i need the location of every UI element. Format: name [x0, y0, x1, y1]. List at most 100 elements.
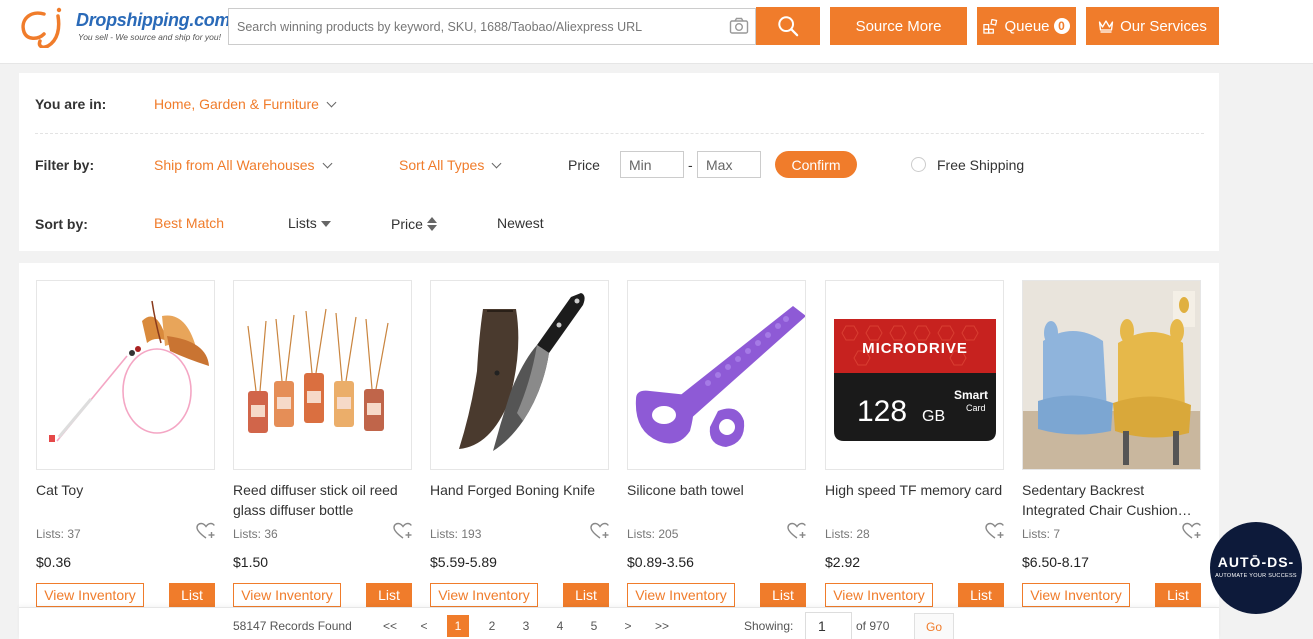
chair-cushion-image — [1023, 281, 1200, 469]
view-inventory-button[interactable]: View Inventory — [233, 583, 341, 607]
site-logo[interactable]: Dropshipping.com You sell - We source an… — [18, 6, 231, 48]
view-inventory-button[interactable]: View Inventory — [36, 583, 144, 607]
product-name[interactable]: Cat Toy — [36, 480, 216, 520]
type-value: Sort All Types — [399, 157, 485, 173]
page-1-button[interactable]: 1 — [447, 615, 469, 637]
view-inventory-button[interactable]: View Inventory — [825, 583, 933, 607]
view-inventory-button[interactable]: View Inventory — [627, 583, 735, 607]
crown-icon — [1098, 20, 1114, 33]
product-name[interactable]: Hand Forged Boning Knife — [430, 480, 610, 520]
heart-plus-icon[interactable] — [787, 522, 807, 540]
showing-label: Showing: — [744, 619, 794, 633]
search-button[interactable] — [756, 7, 820, 45]
product-lists-count: Lists: 28 — [825, 527, 870, 541]
search-input[interactable] — [229, 9, 709, 44]
view-inventory-button[interactable]: View Inventory — [1022, 583, 1130, 607]
product-actions: View Inventory List — [627, 583, 807, 607]
card-card-text: Card — [966, 403, 986, 413]
category-value: Home, Garden & Furniture — [154, 96, 319, 112]
list-button[interactable]: List — [760, 583, 806, 607]
heart-plus-icon[interactable] — [196, 522, 216, 540]
our-services-button[interactable]: Our Services — [1086, 7, 1219, 45]
product-image[interactable] — [627, 280, 806, 470]
filter-panel: You are in: Home, Garden & Furniture Fil… — [19, 73, 1219, 251]
product-actions: View Inventory List — [1022, 583, 1202, 607]
go-button[interactable]: Go — [914, 613, 954, 639]
source-more-button[interactable]: Source More — [830, 7, 967, 45]
caret-down-icon — [320, 221, 331, 227]
list-button[interactable]: List — [1155, 583, 1201, 607]
product-lists-count: Lists: 36 — [233, 527, 278, 541]
page-first-button[interactable]: << — [379, 615, 401, 637]
filter-by-label: Filter by: — [35, 157, 95, 173]
product-name[interactable]: High speed TF memory card — [825, 480, 1005, 520]
product-actions: View Inventory List — [825, 583, 1005, 607]
product-lists-count: Lists: 7 — [1022, 527, 1061, 541]
pagination-bar: 58147 Records Found << < 1 2 3 4 5 > >> … — [19, 607, 1219, 639]
card-unit-text: GB — [922, 408, 945, 425]
queue-label: Queue — [1004, 17, 1050, 35]
page-next-button[interactable]: > — [617, 615, 639, 637]
product-image[interactable] — [36, 280, 215, 470]
view-inventory-button[interactable]: View Inventory — [430, 583, 538, 607]
chevron-down-icon — [491, 158, 502, 169]
free-shipping-radio[interactable] — [911, 157, 926, 172]
product-image[interactable] — [1022, 280, 1201, 470]
list-button[interactable]: List — [563, 583, 609, 607]
product-name[interactable]: Sedentary Backrest Integrated Chair Cush… — [1022, 480, 1202, 520]
product-name[interactable]: Silicone bath towel — [627, 480, 807, 520]
heart-plus-icon[interactable] — [985, 522, 1005, 540]
page-4-button[interactable]: 4 — [549, 615, 571, 637]
product-lists-row: Lists: 28 — [825, 522, 1005, 544]
filter-divider — [35, 133, 1204, 134]
product-image[interactable]: MICRODRIVE 128 GB Smart Card — [825, 280, 1004, 470]
product-name[interactable]: Reed diffuser stick oil reed glass diffu… — [233, 480, 413, 520]
queue-count-badge: 0 — [1053, 18, 1070, 34]
heart-plus-icon[interactable] — [1182, 522, 1202, 540]
product-card: Hand Forged Boning Knife Lists: 193 $5.5… — [430, 280, 610, 607]
chevron-down-icon — [326, 97, 337, 108]
free-shipping-label: Free Shipping — [937, 157, 1025, 173]
price-min-input[interactable] — [620, 151, 684, 178]
page-3-button[interactable]: 3 — [515, 615, 537, 637]
search-icon — [778, 16, 799, 37]
product-lists-row: Lists: 205 — [627, 522, 807, 544]
our-services-label: Our Services — [1120, 17, 1207, 35]
price-label: Price — [568, 157, 600, 173]
list-button[interactable]: List — [958, 583, 1004, 607]
queue-button[interactable]: Queue 0 — [977, 7, 1076, 45]
list-button[interactable]: List — [366, 583, 412, 607]
sort-best-match[interactable]: Best Match — [154, 215, 224, 231]
sort-lists[interactable]: Lists — [288, 215, 331, 231]
page-number-input[interactable] — [805, 612, 852, 639]
page-last-button[interactable]: >> — [651, 615, 673, 637]
category-dropdown[interactable]: Home, Garden & Furniture — [154, 96, 337, 112]
page-5-button[interactable]: 5 — [583, 615, 605, 637]
product-card: Silicone bath towel Lists: 205 $0.89-3.5… — [627, 280, 807, 607]
camera-icon[interactable] — [729, 17, 749, 35]
price-max-input[interactable] — [697, 151, 761, 178]
sort-price[interactable]: Price — [391, 215, 437, 232]
autods-badge[interactable]: AUTŌ-DS- AUTOMATE YOUR SUCCESS — [1210, 522, 1302, 614]
list-button[interactable]: List — [169, 583, 215, 607]
heart-plus-icon[interactable] — [393, 522, 413, 540]
logo-tagline: You sell - We source and ship for you! — [78, 32, 222, 42]
product-image[interactable] — [233, 280, 412, 470]
bath-towel-image — [635, 306, 805, 447]
product-lists-row: Lists: 37 — [36, 522, 216, 544]
sort-newest[interactable]: Newest — [497, 215, 544, 231]
warehouse-dropdown[interactable]: Ship from All Warehouses — [154, 157, 333, 173]
heart-plus-icon[interactable] — [590, 522, 610, 540]
price-confirm-button[interactable]: Confirm — [775, 151, 857, 178]
product-lists-count: Lists: 37 — [36, 527, 81, 541]
page-2-button[interactable]: 2 — [481, 615, 503, 637]
autods-tagline: AUTOMATE YOUR SUCCESS — [1215, 573, 1297, 579]
type-dropdown[interactable]: Sort All Types — [399, 157, 502, 173]
product-price: $2.92 — [825, 554, 861, 570]
page-prev-button[interactable]: < — [413, 615, 435, 637]
product-price: $1.50 — [233, 554, 269, 570]
product-image[interactable] — [430, 280, 609, 470]
product-card: Reed diffuser stick oil reed glass diffu… — [233, 280, 413, 607]
queue-grid-icon — [983, 18, 998, 34]
product-actions: View Inventory List — [36, 583, 216, 607]
